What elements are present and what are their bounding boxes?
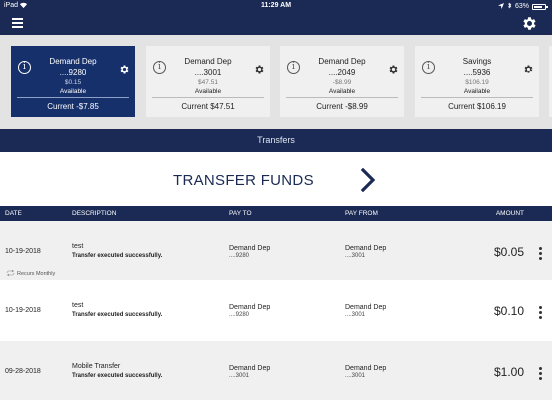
- row-pay-from-number: ....3001: [345, 253, 366, 259]
- account-number: ....9280: [59, 68, 87, 77]
- header-pay-to: PAY TO: [229, 210, 252, 217]
- more-vertical-icon[interactable]: [539, 247, 543, 262]
- header-pay-from: PAY FROM: [345, 210, 378, 217]
- row-pay-to-number: ....9280: [229, 253, 250, 259]
- available-label: Available: [194, 88, 222, 95]
- available-label: Available: [463, 88, 491, 95]
- row-pay-from-number: ....3001: [345, 312, 366, 318]
- table-row[interactable]: 10-19-2018 test Transfer executed succes…: [0, 280, 552, 339]
- gear-icon[interactable]: [388, 62, 399, 74]
- current-balance: Current $106.19: [448, 102, 506, 111]
- status-bar: iPad 11:29 AM 63%: [0, 0, 552, 12]
- recurrence-label: Recurs Monthly: [17, 271, 56, 277]
- battery-percent: 63%: [514, 3, 529, 10]
- bluetooth-icon: [507, 2, 512, 11]
- row-date: 10-19-2018: [5, 248, 41, 255]
- battery-icon: [532, 3, 548, 10]
- row-pay-from-number: ....3001: [345, 373, 366, 379]
- divider: [421, 97, 533, 98]
- account-number: ....2049: [328, 68, 356, 77]
- row-description: test: [72, 302, 84, 309]
- accounts-strip: i Demand Dep ....9280 $0.15 Available Cu…: [0, 35, 552, 129]
- current-balance: Current $47.51: [181, 102, 235, 111]
- row-amount: $0.05: [493, 245, 524, 259]
- gear-icon[interactable]: [523, 62, 534, 73]
- header-description: DESCRIPTION: [72, 210, 117, 217]
- location-icon: [497, 2, 504, 11]
- more-vertical-icon[interactable]: [539, 367, 543, 382]
- account-card[interactable]: i Savings ....5936 $106.19 Available Cur…: [415, 46, 539, 117]
- more-vertical-icon[interactable]: [539, 306, 543, 321]
- available-label: Available: [328, 88, 356, 95]
- account-title: Demand Dep: [49, 57, 97, 66]
- current-balance: Current -$8.99: [316, 102, 368, 111]
- row-pay-from: Demand Dep: [345, 304, 387, 311]
- divider: [17, 97, 129, 98]
- row-amount: $1.00: [493, 365, 524, 379]
- divider: [286, 97, 398, 98]
- row-status: Transfer executed successfully.: [72, 373, 163, 379]
- row-pay-from: Demand Dep: [345, 365, 387, 372]
- account-card[interactable]: i Demand Dep ....3001 $47.51 Available C…: [146, 46, 270, 117]
- divider: [152, 97, 264, 98]
- account-number: ....3001: [194, 68, 222, 77]
- account-number: ....5936: [463, 68, 491, 77]
- hamburger-icon[interactable]: [12, 18, 23, 28]
- gear-icon[interactable]: [521, 15, 538, 32]
- row-status: Transfer executed successfully.: [72, 253, 163, 259]
- row-pay-to: Demand Dep: [229, 365, 271, 372]
- row-pay-to: Demand Dep: [229, 304, 271, 311]
- row-amount: $0.10: [493, 304, 524, 318]
- transfer-funds-label: TRANSFER FUNDS: [173, 172, 314, 189]
- row-pay-to-number: ....9280: [229, 312, 250, 318]
- table-row[interactable]: 09-28-2018 Mobile Transfer Transfer exec…: [0, 341, 552, 400]
- row-pay-to: Demand Dep: [229, 245, 271, 252]
- account-balance: $47.51: [198, 79, 218, 86]
- account-card[interactable]: i Demand Dep ....9280 $0.15 Available Cu…: [11, 46, 135, 117]
- nav-bar: [0, 12, 552, 35]
- account-card[interactable]: i Demand Dep ....2049 -$8.99 Available C…: [280, 46, 404, 117]
- table-header: DATE DESCRIPTION PAY TO PAY FROM AMOUNT: [0, 206, 552, 221]
- clock: 11:29 AM: [260, 2, 292, 9]
- account-title: Demand Dep: [184, 57, 232, 66]
- account-balance: $106.19: [465, 79, 489, 86]
- gear-icon[interactable]: [119, 62, 130, 74]
- gear-icon[interactable]: [254, 62, 265, 74]
- row-date: 09-28-2018: [5, 368, 41, 375]
- section-title: Transfers: [0, 129, 552, 152]
- recurrence: Recurs Monthly: [6, 269, 56, 278]
- available-label: Available: [59, 88, 87, 95]
- account-balance: -$8.99: [332, 79, 352, 86]
- account-balance: $0.15: [64, 79, 82, 86]
- row-description: test: [72, 243, 84, 250]
- header-amount: AMOUNT: [495, 210, 524, 217]
- row-pay-from: Demand Dep: [345, 245, 387, 252]
- header-date: DATE: [5, 210, 22, 217]
- transfer-funds-button[interactable]: TRANSFER FUNDS: [0, 152, 552, 206]
- current-balance: Current -$7.85: [47, 102, 99, 111]
- row-date: 10-19-2018: [5, 307, 41, 314]
- row-description: Mobile Transfer: [72, 363, 121, 370]
- row-pay-to-number: ....3001: [229, 373, 250, 379]
- chevron-right-icon[interactable]: [360, 167, 376, 193]
- account-title: Savings: [462, 57, 492, 66]
- row-status: Transfer executed successfully.: [72, 312, 163, 318]
- repeat-icon: [6, 269, 15, 278]
- table-row[interactable]: 10-19-2018 test Transfer executed succes…: [0, 221, 552, 280]
- account-title: Demand Dep: [318, 57, 366, 66]
